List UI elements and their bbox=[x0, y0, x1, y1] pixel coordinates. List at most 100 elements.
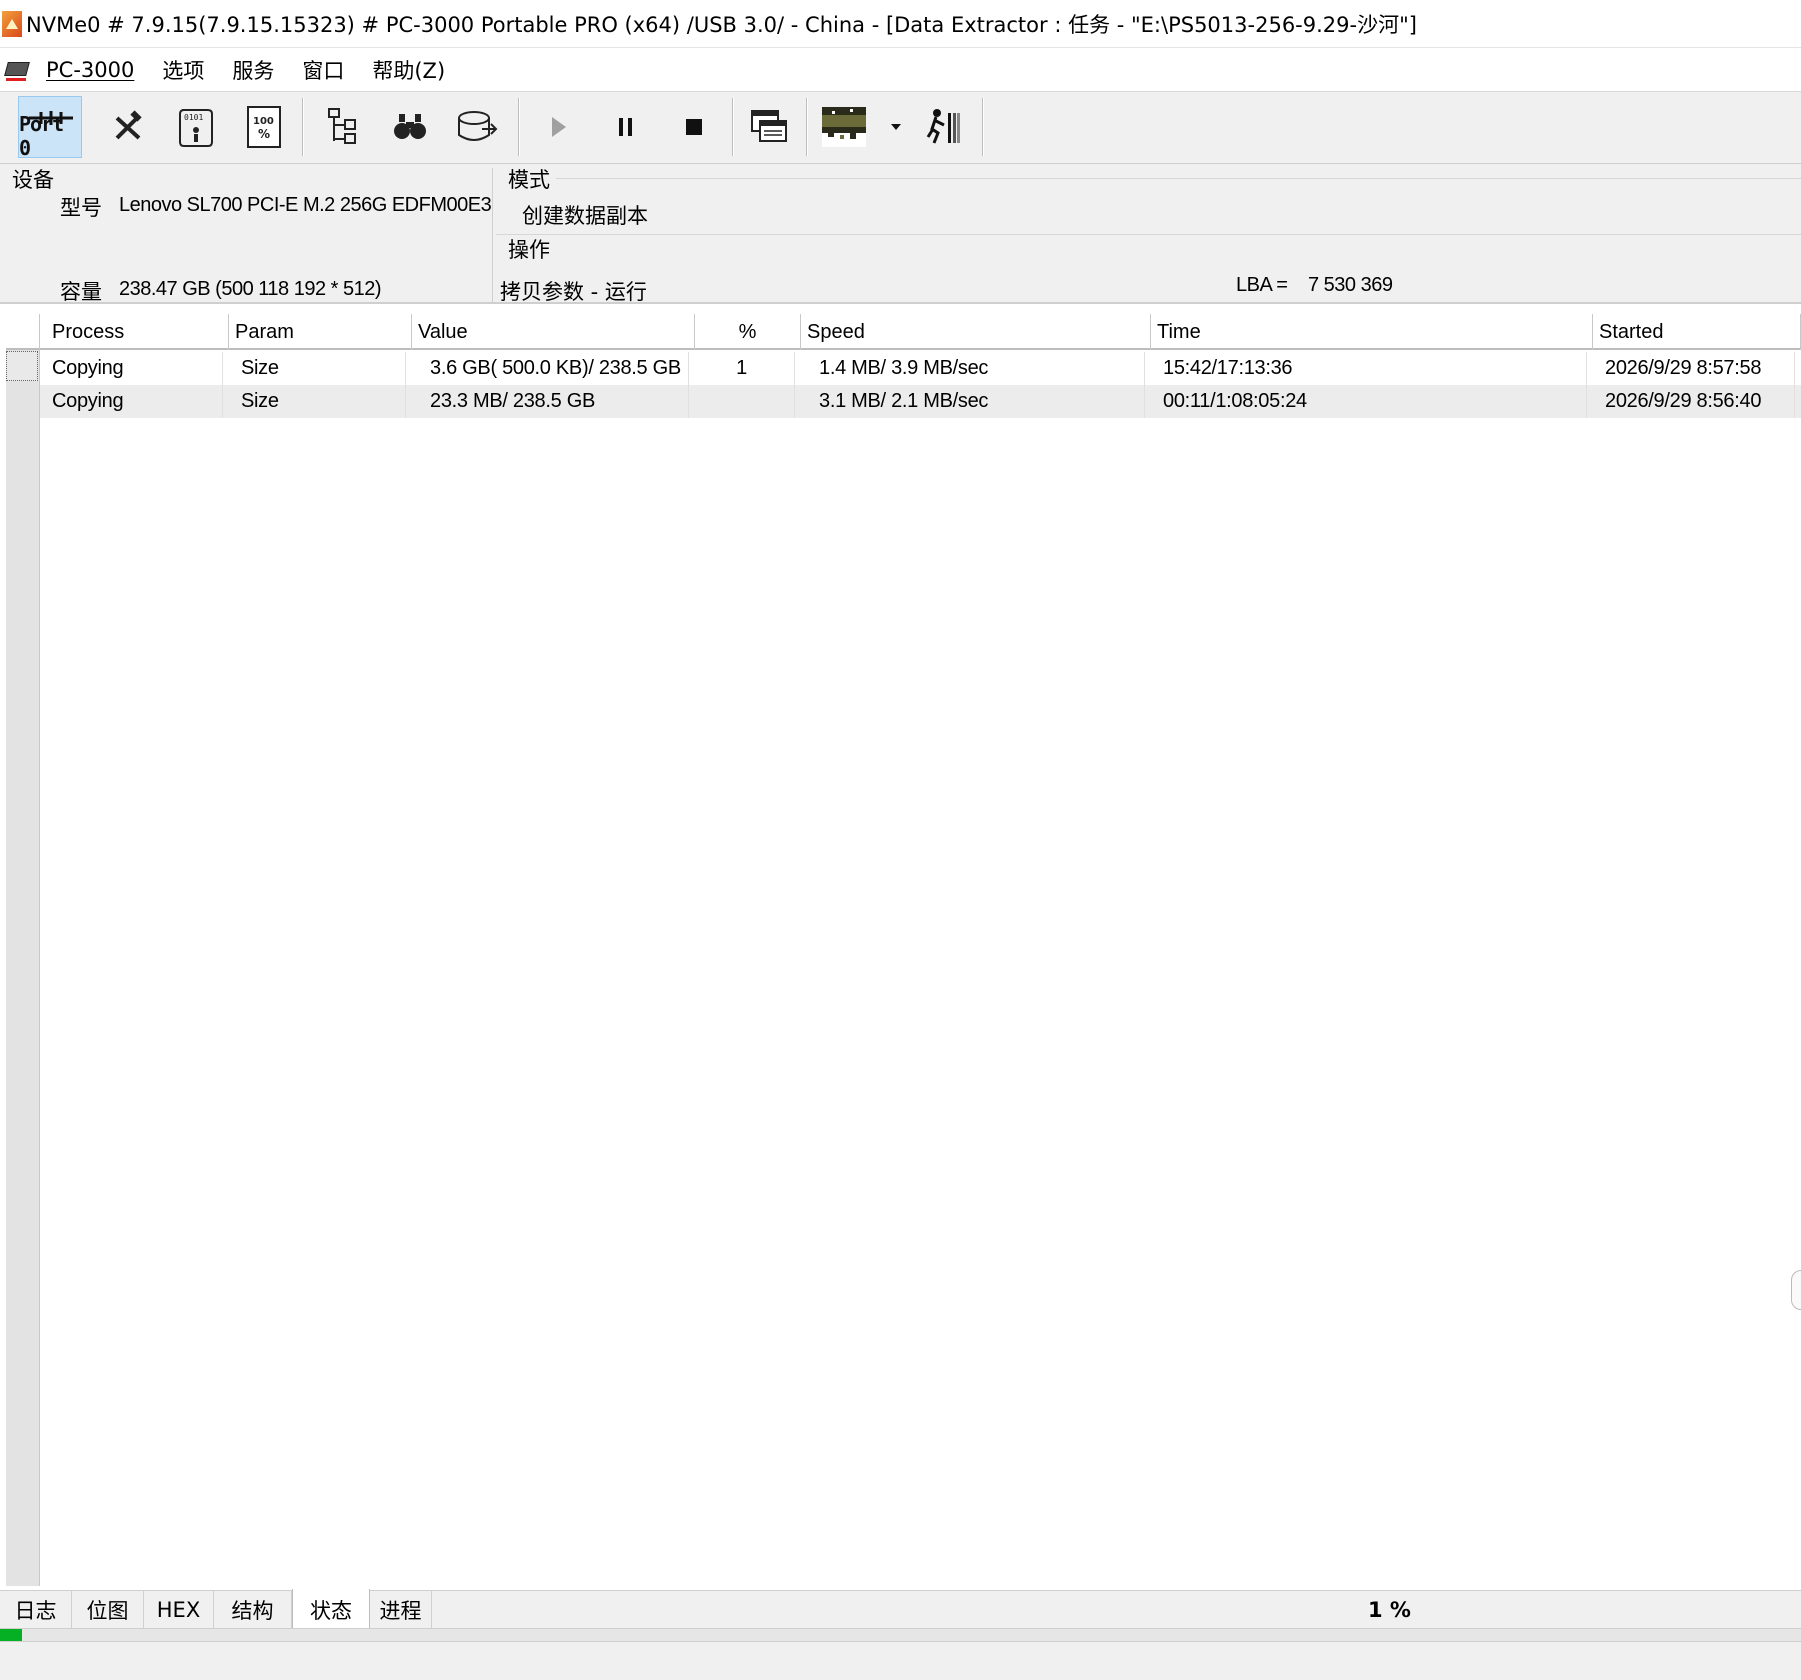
current-row-marker bbox=[6, 351, 38, 381]
disk-export-icon bbox=[458, 111, 498, 141]
structure-button[interactable] bbox=[310, 96, 374, 158]
cell-process: Copying bbox=[40, 385, 223, 418]
tree-structure-icon bbox=[328, 108, 356, 144]
scroll-handle[interactable] bbox=[1791, 1270, 1801, 1310]
progress-percent: 1 % bbox=[1368, 1598, 1411, 1622]
dropdown-arrow-icon bbox=[891, 124, 901, 130]
toolbar: Port 0 0101 100 % bbox=[0, 92, 1801, 164]
tab-hex[interactable]: HEX bbox=[144, 1591, 214, 1629]
cell-value: 23.3 MB/ 238.5 GB bbox=[406, 385, 689, 418]
header-corner bbox=[6, 314, 40, 350]
tab-status[interactable]: 状态 bbox=[292, 1589, 370, 1631]
menu-window[interactable]: 窗口 bbox=[300, 55, 346, 85]
tab-process[interactable]: 进程 bbox=[370, 1591, 432, 1629]
cell-time: 15:42/17:13:36 bbox=[1145, 352, 1587, 385]
pause-button[interactable] bbox=[594, 96, 658, 158]
cell-started: 2026/9/29 8:56:40 bbox=[1587, 385, 1795, 418]
svg-text:0101: 0101 bbox=[184, 113, 203, 122]
svg-text:100: 100 bbox=[253, 116, 274, 127]
column-header-param[interactable]: Param bbox=[229, 314, 412, 350]
percent-report-button[interactable]: 100 % bbox=[232, 96, 296, 158]
table-row[interactable]: Copying Size 23.3 MB/ 238.5 GB 3.1 MB/ 2… bbox=[40, 385, 1801, 418]
capacity-value: 238.47 GB (500 118 192 * 512) bbox=[119, 278, 382, 300]
cell-time: 00:11/1:08:05:24 bbox=[1145, 385, 1587, 418]
cell-percent: 1 bbox=[689, 352, 795, 385]
cell-percent bbox=[689, 385, 795, 418]
progress-fill bbox=[0, 1629, 22, 1641]
firmware-scroll-icon: 0101 bbox=[179, 109, 213, 147]
menu-bar: PC-3000 选项 服务 窗口 帮助(Z) bbox=[0, 48, 1801, 92]
cell-speed: 3.1 MB/ 2.1 MB/sec bbox=[795, 385, 1145, 418]
toolbar-separator bbox=[982, 98, 983, 156]
tab-structure[interactable]: 结构 bbox=[214, 1591, 292, 1629]
tab-log[interactable]: 日志 bbox=[0, 1591, 72, 1629]
column-header-percent[interactable]: % bbox=[695, 314, 801, 350]
info-divider bbox=[492, 168, 493, 304]
cell-speed: 1.4 MB/ 3.9 MB/sec bbox=[795, 352, 1145, 385]
cell-value: 3.6 GB( 500.0 KB)/ 238.5 GB bbox=[406, 352, 689, 385]
lba-label: LBA = bbox=[1236, 274, 1288, 296]
column-header-speed[interactable]: Speed bbox=[801, 314, 1151, 350]
bitmap-view-button[interactable] bbox=[812, 96, 876, 158]
mode-value: 创建数据副本 bbox=[522, 204, 648, 228]
operation-section-label: 操作 bbox=[508, 238, 550, 262]
operation-rule bbox=[496, 234, 1801, 235]
window-title: NVMe0 # 7.9.15(7.9.15.15323) # PC-3000 P… bbox=[26, 12, 1417, 37]
binoculars-icon bbox=[394, 114, 426, 139]
cell-started: 2026/9/29 8:57:58 bbox=[1587, 352, 1795, 385]
info-panel: 设备 型号 Lenovo SL700 PCI-E M.2 256G EDFM00… bbox=[0, 164, 1801, 304]
app-icon bbox=[2, 10, 22, 37]
stop-button[interactable] bbox=[662, 96, 726, 158]
column-header-started[interactable]: Started bbox=[1593, 314, 1801, 350]
bottom-tabs: 日志 位图 HEX 结构 状态 进程 1 % bbox=[0, 1589, 1801, 1631]
stop-icon bbox=[686, 119, 702, 135]
windows-button[interactable] bbox=[738, 96, 802, 158]
play-button[interactable] bbox=[526, 96, 590, 158]
column-header-time[interactable]: Time bbox=[1151, 314, 1593, 350]
status-bar bbox=[0, 1642, 1801, 1680]
system-menu-icon[interactable] bbox=[4, 58, 30, 82]
export-button[interactable] bbox=[446, 96, 510, 158]
exit-runner-icon bbox=[926, 109, 960, 144]
cell-param: Size bbox=[223, 385, 406, 418]
title-bar: NVMe0 # 7.9.15(7.9.15.15323) # PC-3000 P… bbox=[0, 0, 1801, 48]
menu-service[interactable]: 服务 bbox=[230, 55, 276, 85]
search-button[interactable] bbox=[378, 96, 442, 158]
port-button[interactable]: Port 0 bbox=[18, 96, 82, 160]
operation-value: 拷贝参数 - 运行 bbox=[500, 280, 647, 304]
firmware-button[interactable]: 0101 bbox=[164, 96, 228, 158]
menu-pc3000[interactable]: PC-3000 bbox=[44, 58, 136, 82]
mode-rule bbox=[556, 178, 1801, 179]
cell-param: Size bbox=[223, 352, 406, 385]
toolbar-separator bbox=[806, 98, 807, 156]
model-value: Lenovo SL700 PCI-E M.2 256G EDFM00E3 bbox=[119, 194, 492, 216]
toolbar-separator bbox=[302, 98, 303, 156]
percent-document-icon: 100 % bbox=[247, 106, 281, 148]
capacity-label: 容量 bbox=[60, 280, 102, 304]
column-header-value[interactable]: Value bbox=[412, 314, 695, 350]
tools-icon bbox=[115, 110, 142, 140]
column-header-process[interactable]: Process bbox=[46, 314, 229, 350]
bitmap-view-dropdown[interactable] bbox=[876, 96, 916, 158]
progress-bar bbox=[0, 1628, 1801, 1642]
pause-icon bbox=[619, 118, 632, 136]
tools-button[interactable] bbox=[96, 96, 160, 158]
menu-help[interactable]: 帮助(Z) bbox=[370, 55, 447, 85]
menu-options[interactable]: 选项 bbox=[160, 55, 206, 85]
table-header: Process Param Value % Speed Time Started bbox=[6, 314, 1801, 350]
model-label: 型号 bbox=[60, 196, 102, 220]
windows-icon bbox=[751, 110, 787, 142]
row-indicator-gutter bbox=[6, 314, 40, 1586]
cell-process: Copying bbox=[40, 352, 223, 385]
exit-button[interactable] bbox=[912, 96, 976, 158]
lba-value: 7 530 369 bbox=[1308, 274, 1393, 296]
toolbar-separator bbox=[732, 98, 733, 156]
device-section-label: 设备 bbox=[12, 168, 54, 192]
tab-bitmap[interactable]: 位图 bbox=[72, 1591, 144, 1629]
svg-text:%: % bbox=[258, 127, 270, 141]
bitmap-view-icon bbox=[822, 107, 866, 147]
process-table: Process Param Value % Speed Time Started… bbox=[0, 314, 1801, 1590]
play-icon bbox=[552, 117, 566, 137]
table-row[interactable]: Copying Size 3.6 GB( 500.0 KB)/ 238.5 GB… bbox=[40, 352, 1801, 385]
port-icon bbox=[29, 111, 73, 125]
